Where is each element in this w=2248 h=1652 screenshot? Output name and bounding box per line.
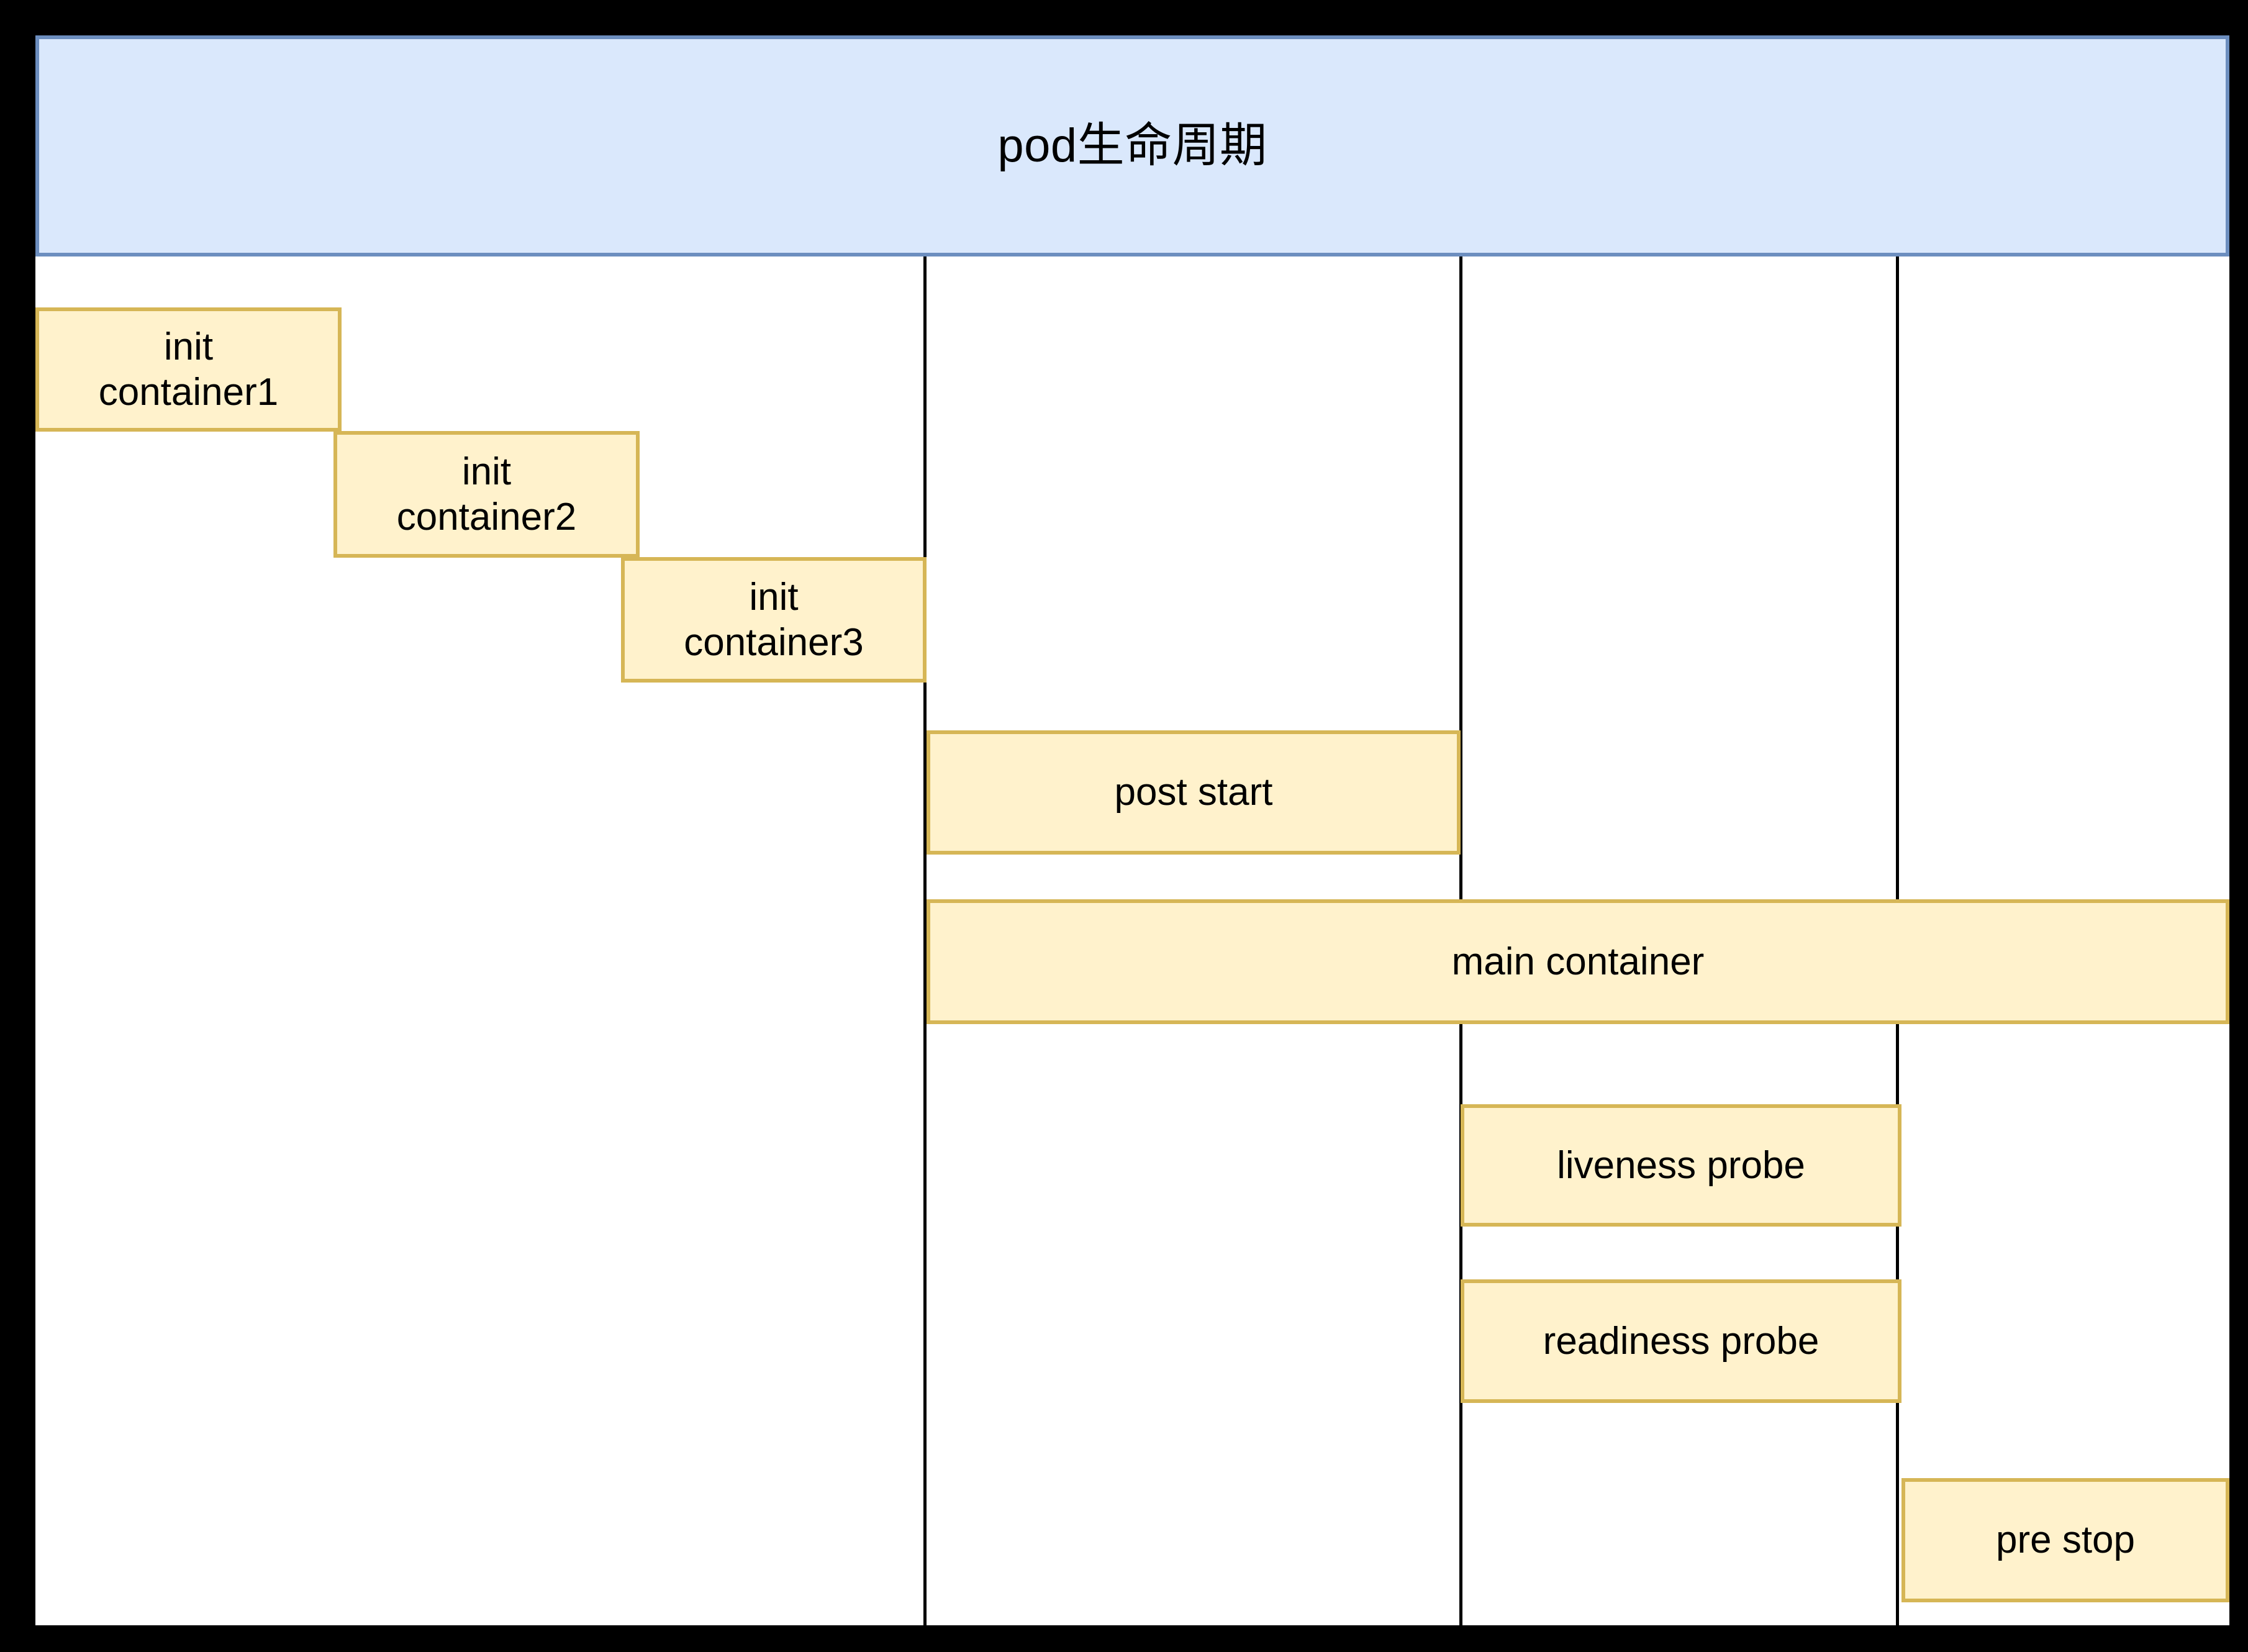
box-post-start[interactable]: post start — [927, 730, 1461, 855]
box-liveness-probe-label: liveness probe — [1557, 1143, 1805, 1187]
box-pre-stop-label: pre stop — [1995, 1518, 2136, 1562]
pod-lifecycle-diagram: pod生命周期 init container1 init container2 … — [0, 0, 2248, 1652]
box-pre-stop[interactable]: pre stop — [1901, 1478, 2229, 1602]
box-init-container2[interactable]: init container2 — [333, 431, 640, 558]
box-main-container-label: main container — [1451, 940, 1705, 983]
box-init-container3[interactable]: init container3 — [621, 557, 927, 683]
box-init-container1-label: init container1 — [98, 325, 279, 414]
box-main-container[interactable]: main container — [927, 899, 2229, 1024]
box-init-container1[interactable]: init container1 — [35, 307, 342, 432]
diagram-title-band: pod生命周期 — [35, 35, 2229, 256]
diagram-canvas: pod生命周期 init container1 init container2 … — [35, 35, 2229, 1625]
box-init-container3-label: init container3 — [684, 575, 864, 664]
page-title: pod生命周期 — [997, 119, 1267, 172]
box-init-container2-label: init container2 — [396, 450, 577, 538]
box-readiness-probe[interactable]: readiness probe — [1461, 1279, 1901, 1403]
box-liveness-probe[interactable]: liveness probe — [1461, 1104, 1901, 1227]
box-post-start-label: post start — [1114, 771, 1273, 814]
box-readiness-probe-label: readiness probe — [1543, 1319, 1820, 1363]
